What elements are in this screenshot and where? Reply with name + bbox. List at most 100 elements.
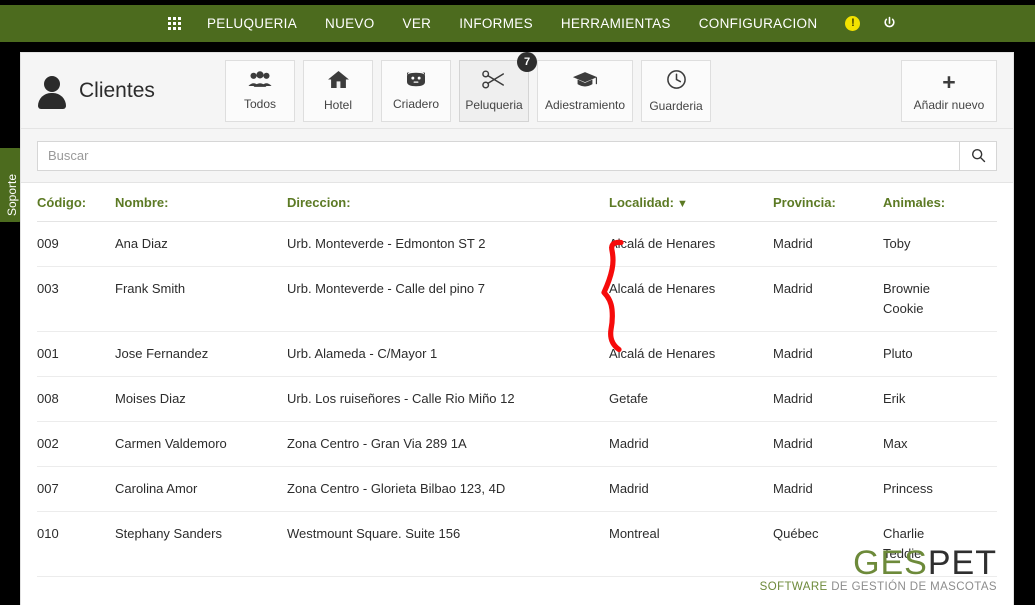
alert-badge-glyph: ! <box>845 16 860 31</box>
column-header-localidad-label: Localidad: <box>609 195 674 210</box>
power-icon[interactable] <box>882 16 897 31</box>
search-button[interactable] <box>959 141 997 171</box>
table-cell-nombre: Carmen Valdemoro <box>115 422 287 467</box>
table-cell-codigo: 007 <box>37 467 115 512</box>
search-icon <box>971 148 986 163</box>
table-cell-direccion: Urb. Alameda - C/Mayor 1 <box>287 332 609 377</box>
table-cell-nombre: Frank Smith <box>115 267 287 332</box>
column-header-animales[interactable]: Animales: <box>883 183 997 222</box>
filter-button-hotel[interactable]: Hotel <box>303 60 373 122</box>
support-side-tab[interactable]: Soporte <box>0 148 22 222</box>
table-cell-localidad: Montreal <box>609 512 773 577</box>
column-header-localidad[interactable]: Localidad:▼ <box>609 183 773 222</box>
sort-descending-icon: ▼ <box>677 198 688 210</box>
page-title-group: Clientes <box>37 74 225 108</box>
gespet-logo-tagline-rest: DE GESTIÓN DE MASCOTAS <box>828 581 997 593</box>
filter-button-todos-label: Todos <box>244 97 276 111</box>
table-row[interactable]: 009Ana DiazUrb. Monteverde - Edmonton ST… <box>37 222 997 267</box>
table-cell-direccion: Urb. Monteverde - Calle del pino 7 <box>287 267 609 332</box>
table-cell-codigo: 001 <box>37 332 115 377</box>
clients-table-area: Código: Nombre: Direccion: Localidad:▼ P… <box>21 183 1013 577</box>
home-icon <box>327 70 350 93</box>
gespet-logo-tagline-bold: SOFTWARE <box>760 581 828 593</box>
person-icon <box>37 74 67 108</box>
exclamation-circle-icon[interactable]: ! <box>845 16 860 31</box>
search-input[interactable] <box>37 141 959 171</box>
cat-face-icon <box>404 70 428 92</box>
filter-button-peluqueria-badge: 7 <box>517 52 537 72</box>
table-cell-localidad: Alcalá de Henares <box>609 222 773 267</box>
table-cell-provincia: Madrid <box>773 332 883 377</box>
table-cell-nombre: Ana Diaz <box>115 222 287 267</box>
filter-button-hotel-label: Hotel <box>324 98 352 112</box>
gespet-logo-pet: PET <box>928 544 997 582</box>
table-row[interactable]: 008Moises DiazUrb. Los ruiseñores - Call… <box>37 377 997 422</box>
filter-button-peluqueria[interactable]: 7 Peluqueria <box>459 60 529 122</box>
power-icon-svg <box>882 16 897 31</box>
clock-icon <box>666 69 687 94</box>
filter-button-adiestramiento-label: Adiestramiento <box>545 98 625 112</box>
nav-link-herramientas[interactable]: HERRAMIENTAS <box>561 16 671 31</box>
column-header-codigo[interactable]: Código: <box>37 183 115 222</box>
table-cell-provincia: Madrid <box>773 467 883 512</box>
plus-icon: + <box>942 71 955 94</box>
filter-button-guarderia[interactable]: Guarderia <box>641 60 711 122</box>
clients-table: Código: Nombre: Direccion: Localidad:▼ P… <box>37 183 997 577</box>
table-cell-provincia: Madrid <box>773 377 883 422</box>
table-cell-codigo: 009 <box>37 222 115 267</box>
table-row[interactable]: 007Carolina AmorZona Centro - Glorieta B… <box>37 467 997 512</box>
table-cell-animales: Max <box>883 422 997 467</box>
table-cell-animales: Pluto <box>883 332 997 377</box>
column-header-provincia[interactable]: Provincia: <box>773 183 883 222</box>
nav-link-peluqueria[interactable]: PELUQUERIA <box>207 16 297 31</box>
table-cell-localidad: Madrid <box>609 422 773 467</box>
clients-table-body: 009Ana DiazUrb. Monteverde - Edmonton ST… <box>37 222 997 577</box>
table-cell-animales: Toby <box>883 222 997 267</box>
table-cell-codigo: 010 <box>37 512 115 577</box>
card-header: Clientes Todos <box>21 53 1013 129</box>
filter-button-criadero-label: Criadero <box>393 97 439 111</box>
gespet-logo-ges: GES <box>853 544 928 582</box>
table-cell-localidad: Alcalá de Henares <box>609 332 773 377</box>
clients-table-head: Código: Nombre: Direccion: Localidad:▼ P… <box>37 183 997 222</box>
table-cell-direccion: Zona Centro - Gran Via 289 1A <box>287 422 609 467</box>
nav-link-ver[interactable]: VER <box>403 16 432 31</box>
gespet-logo: GESPET SOFTWARE DE GESTIÓN DE MASCOTAS <box>760 546 997 593</box>
table-cell-localidad: Madrid <box>609 467 773 512</box>
table-cell-nombre: Stephany Sanders <box>115 512 287 577</box>
table-row[interactable]: 001Jose FernandezUrb. Alameda - C/Mayor … <box>37 332 997 377</box>
nav-link-informes[interactable]: INFORMES <box>459 16 533 31</box>
table-cell-provincia: Madrid <box>773 422 883 467</box>
filter-button-criadero[interactable]: Criadero <box>381 60 451 122</box>
table-cell-codigo: 002 <box>37 422 115 467</box>
table-row[interactable]: 002Carmen ValdemoroZona Centro - Gran Vi… <box>37 422 997 467</box>
top-navbar: PELUQUERIA NUEVO VER INFORMES HERRAMIENT… <box>0 5 1035 42</box>
table-cell-direccion: Zona Centro - Glorieta Bilbao 123, 4D <box>287 467 609 512</box>
table-header-row: Código: Nombre: Direccion: Localidad:▼ P… <box>37 183 997 222</box>
page-title: Clientes <box>79 79 155 103</box>
table-cell-nombre: Carolina Amor <box>115 467 287 512</box>
table-cell-direccion: Urb. Monteverde - Edmonton ST 2 <box>287 222 609 267</box>
filter-button-peluqueria-label: Peluqueria <box>465 98 522 112</box>
table-cell-provincia: Madrid <box>773 222 883 267</box>
table-cell-nombre: Moises Diaz <box>115 377 287 422</box>
grid-apps-icon[interactable] <box>168 17 181 30</box>
support-side-tab-label: Soporte <box>5 174 19 216</box>
table-cell-animales: Erik <box>883 377 997 422</box>
table-cell-direccion: Urb. Los ruiseñores - Calle Rio Miño 12 <box>287 377 609 422</box>
add-new-button-label: Añadir nuevo <box>914 98 985 112</box>
table-cell-animales: BrownieCookie <box>883 267 997 332</box>
main-card: Clientes Todos <box>20 52 1014 605</box>
table-row[interactable]: 003Frank SmithUrb. Monteverde - Calle de… <box>37 267 997 332</box>
nav-link-nuevo[interactable]: NUEVO <box>325 16 375 31</box>
add-new-button[interactable]: + Añadir nuevo <box>901 60 997 122</box>
table-cell-localidad: Getafe <box>609 377 773 422</box>
filter-button-todos[interactable]: Todos <box>225 60 295 122</box>
nav-link-configuracion[interactable]: CONFIGURACION <box>699 16 818 31</box>
gespet-logo-tagline: SOFTWARE DE GESTIÓN DE MASCOTAS <box>760 581 997 593</box>
filter-button-adiestramiento[interactable]: Adiestramiento <box>537 60 633 122</box>
column-header-nombre[interactable]: Nombre: <box>115 183 287 222</box>
graduation-cap-icon <box>572 70 598 93</box>
column-header-direccion[interactable]: Direccion: <box>287 183 609 222</box>
table-cell-animales: Princess <box>883 467 997 512</box>
